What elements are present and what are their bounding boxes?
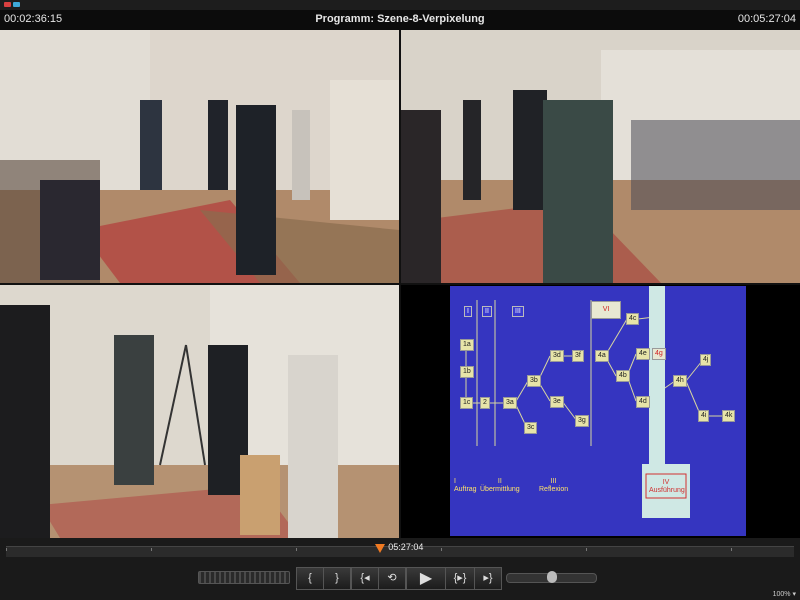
transport-bar: 05:27:04 { } {◂ ⟲ ▶ {▸} ▸} 100% ▾ [0, 538, 800, 600]
node-3d: 3d [550, 350, 564, 362]
node-4j: 4j [700, 354, 712, 366]
node-3g: 3g [575, 415, 589, 427]
column-label-i: I Auftrag [454, 478, 477, 494]
node-3b: 3b [527, 375, 541, 387]
process-diagram: I II III VI 1a 1b 1c 2 3a 3b 3c 3d 3e 3f… [450, 286, 746, 536]
node-4k: 4k [722, 410, 736, 422]
video-view-top-right[interactable] [401, 30, 800, 283]
go-to-out-button[interactable]: ▸} [474, 567, 502, 590]
close-window-button[interactable] [4, 2, 11, 7]
minimize-window-button[interactable] [13, 2, 20, 7]
play-in-out-button[interactable]: {▸} [445, 567, 475, 590]
video-frame-2 [401, 30, 800, 283]
node-3c: 3c [524, 422, 538, 434]
node-4i: 4i [698, 410, 710, 422]
column-label-iv: IV Ausführung [649, 479, 685, 495]
total-time: 00:05:27:04 [737, 13, 796, 25]
node-3a: 3a [503, 397, 517, 409]
column-num-iv: IV [662, 479, 670, 486]
volume-knob[interactable] [546, 571, 557, 583]
column-name-iv: Ausführung [649, 487, 685, 494]
loop-button[interactable]: ⟲ [378, 567, 406, 590]
node-1a: 1a [460, 339, 474, 351]
jog-wheel[interactable] [198, 571, 290, 584]
title-bar [0, 0, 800, 10]
column-label-ii: II Übermittlung [480, 478, 520, 494]
node-4g: 4g [652, 348, 666, 360]
node-4e: 4e [636, 348, 650, 360]
column-label-iii: III Reflexion [539, 478, 568, 494]
node-3e: 3e [550, 396, 564, 408]
program-title: Programm: Szene-8-Verpixelung [315, 13, 485, 25]
go-to-in-button[interactable]: {◂ [351, 567, 379, 590]
mark-in-button[interactable]: { [296, 567, 324, 590]
node-4b: 4b [616, 370, 630, 382]
column-num-i: I [454, 478, 456, 485]
roman-label-i: I [464, 306, 472, 317]
video-view-top-left[interactable] [0, 30, 399, 283]
playhead-marker[interactable] [375, 544, 386, 553]
volume-slider[interactable] [506, 571, 597, 583]
node-4h: 4h [673, 375, 687, 387]
video-frame-1 [0, 30, 399, 283]
play-button[interactable]: ▶ [406, 567, 446, 590]
node-4a: 4a [595, 350, 609, 362]
zoom-level[interactable]: 100% ▾ [773, 590, 796, 598]
node-1c: 1c [460, 397, 474, 409]
playhead-time: 05:27:04 [388, 542, 424, 552]
video-view-bottom-left[interactable] [0, 285, 399, 538]
roman-label-ii: II [482, 306, 492, 317]
node-2: 2 [480, 397, 490, 409]
header-bar: 00:02:36:15 Programm: Szene-8-Verpixelun… [0, 10, 800, 30]
diagram-box-vi: VI [591, 301, 621, 319]
node-1b: 1b [460, 366, 474, 378]
node-4d: 4d [636, 396, 650, 408]
diagram-view[interactable]: I II III VI 1a 1b 1c 2 3a 3b 3c 3d 3e 3f… [401, 285, 800, 538]
column-name-i: Auftrag [454, 486, 477, 493]
column-name-ii: Übermittlung [480, 486, 520, 493]
column-name-iii: Reflexion [539, 486, 569, 493]
roman-label-iii: III [512, 306, 524, 317]
node-3f: 3f [572, 350, 584, 362]
node-4c: 4c [626, 313, 640, 325]
column-num-ii: II [497, 478, 502, 485]
video-frame-3 [0, 285, 399, 538]
column-num-iii: III [550, 478, 557, 485]
mark-out-button[interactable]: } [323, 567, 351, 590]
